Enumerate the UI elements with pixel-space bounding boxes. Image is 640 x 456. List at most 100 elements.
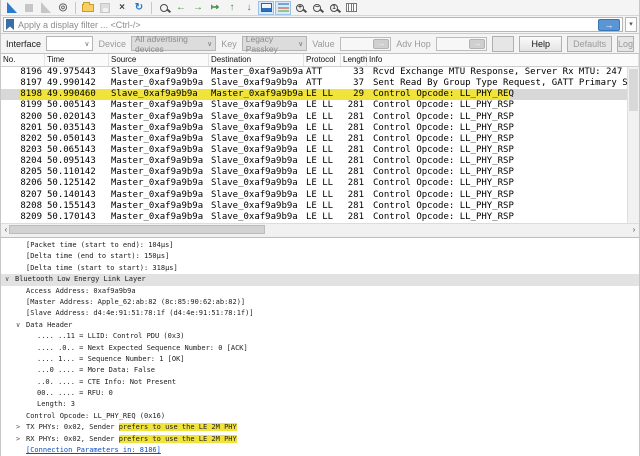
column-header-no[interactable]: No. [1, 54, 45, 66]
help-button[interactable]: Help [519, 35, 563, 52]
colorize-button[interactable] [275, 0, 291, 15]
collapse-icon[interactable]: ∨ [5, 274, 15, 285]
reload-button[interactable]: ↻ [131, 1, 147, 15]
start-capture-button[interactable] [4, 1, 20, 15]
filter-dropdown-button[interactable]: ▾ [625, 17, 637, 32]
detail-line-selected[interactable]: ∨ Bluetooth Low Energy Link Layer [1, 274, 639, 286]
cell-src: Master_0xaf9a9b9a [111, 144, 204, 155]
packet-row[interactable]: 8205 50.110142 Master_0xaf9a9b9a Slave_0xaf… [1, 167, 629, 178]
auto-scroll-button[interactable] [258, 0, 274, 15]
detail-line[interactable]: [Delta time (end to start): 150µs] [1, 251, 639, 262]
cell-len: 33 [353, 67, 364, 77]
zoom-out-button[interactable] [309, 1, 325, 15]
cell-len: 37 [353, 78, 364, 89]
next-packet-button[interactable]: → [190, 1, 206, 15]
detail-line[interactable]: ∨ Data Header [1, 320, 639, 331]
packet-row[interactable]: 8206 50.125142 Master_0xaf9a9b9a Slave_0xaf… [1, 178, 629, 189]
chevron-down-icon: ∨ [298, 40, 304, 48]
detail-line[interactable]: > TX PHYs: 0x02, Sender prefers to use th… [1, 422, 639, 433]
detail-line[interactable]: [Packet time (start to end): 104µs] [1, 240, 639, 251]
value-input[interactable]: → [339, 36, 392, 51]
scroll-right-icon[interactable]: › [629, 224, 639, 235]
display-filter-input[interactable]: Apply a display filter ... <Ctrl-/> → [3, 17, 623, 32]
cell-dst: Slave_0xaf9a9b9a [211, 211, 298, 222]
apply-filter-button[interactable]: → [598, 18, 620, 31]
save-file-button[interactable] [97, 1, 113, 15]
wireshark-window: ◎ × ↻ ← → ↦ ↑ ↓ Apply a display filter ... <Ctr… [0, 0, 640, 456]
cell-no: 8205 [20, 167, 42, 178]
detail-line[interactable]: [Master Address: Apple_62:ab:82 (8c:85:9… [1, 297, 639, 308]
detail-line[interactable]: ...0 .... = More Data: False [1, 365, 639, 376]
column-header-length[interactable]: Length [341, 54, 367, 66]
column-header-destination[interactable]: Destination [209, 54, 304, 66]
previous-packet-button[interactable]: ← [173, 1, 189, 15]
detail-line[interactable]: Length: 3 [1, 399, 639, 410]
detail-line[interactable]: > RX PHYs: 0x02, Sender prefers to use th… [1, 434, 639, 445]
column-header-source[interactable]: Source [109, 54, 209, 66]
cell-proto: LE LL [306, 133, 334, 144]
expand-icon[interactable]: > [16, 422, 26, 433]
packet-row[interactable]: 8207 50.140143 Master_0xaf9a9b9a Slave_0xaf… [1, 190, 629, 201]
collapse-icon[interactable]: ∨ [16, 320, 26, 331]
column-header-info[interactable]: Info [367, 54, 639, 66]
blank-button[interactable] [492, 35, 515, 52]
cell-proto: LE LL [306, 189, 334, 200]
first-packet-button[interactable]: ↑ [224, 1, 240, 15]
last-packet-button[interactable]: ↓ [241, 1, 257, 15]
cell-time: 50.140143 [47, 189, 96, 200]
packet-row[interactable]: 8209 50.170143 Master_0xaf9a9b9a Slave_0xaf… [1, 212, 629, 223]
detail-line[interactable]: .... .0.. = Next Expected Sequence Numbe… [1, 343, 639, 354]
cell-proto: LE LL [306, 89, 334, 100]
detail-line[interactable]: Control Opcode: LL_PHY_REQ (0x16) [1, 411, 639, 422]
capture-options-button[interactable]: ◎ [55, 1, 71, 15]
go-to-packet-button[interactable]: ↦ [207, 1, 223, 15]
restart-capture-button[interactable] [38, 1, 54, 15]
detail-line[interactable]: [Delta time (start to start): 318µs] [1, 263, 639, 274]
device-select[interactable]: All advertising devices ∨ [130, 34, 217, 54]
find-packet-button[interactable] [156, 1, 172, 15]
packet-row[interactable]: 8199 50.005143 Master_0xaf9a9b9a Slave_0xaf… [1, 100, 629, 111]
defaults-button[interactable]: Defaults [567, 35, 612, 52]
packet-row[interactable]: 8196 49.975443 Slave_0xaf9a9b9a Master_0xaf… [1, 67, 629, 78]
resize-columns-button[interactable] [343, 1, 359, 15]
packet-row[interactable]: 8204 50.095143 Master_0xaf9a9b9a Slave_0xaf… [1, 156, 629, 167]
packet-row[interactable]: 8203 50.065143 Master_0xaf9a9b9a Slave_0xaf… [1, 145, 629, 156]
column-header-time[interactable]: Time [45, 54, 109, 66]
adv-hop-input[interactable]: → [435, 36, 488, 51]
expand-icon[interactable]: > [16, 434, 26, 445]
detail-line[interactable]: 00.. .... = RFU: 0 [1, 388, 639, 399]
bookmark-icon[interactable] [6, 19, 14, 30]
detail-line[interactable]: [Slave Address: d4:4e:91:51:78:1f (d4:4e… [1, 308, 639, 319]
adv-hop-apply-icon[interactable]: → [469, 38, 486, 49]
interface-label: Interface [6, 38, 42, 49]
detail-line[interactable]: .... ..11 = LLID: Control PDU (0x3) [1, 331, 639, 342]
cell-time: 50.110142 [47, 167, 96, 178]
open-file-button[interactable] [80, 1, 96, 15]
packet-row[interactable]: 8208 50.155143 Master_0xaf9a9b9a Slave_0xaf… [1, 201, 629, 212]
close-file-button[interactable]: × [114, 1, 130, 15]
vertical-scrollbar-thumb[interactable] [629, 69, 638, 111]
horizontal-scrollbar[interactable]: ‹ › [1, 223, 639, 235]
zoom-original-button[interactable] [326, 1, 342, 15]
vertical-scrollbar[interactable] [627, 67, 639, 223]
detail-line[interactable]: .... 1... = Sequence Number: 1 [OK] [1, 354, 639, 365]
zoom-in-button[interactable] [292, 1, 308, 15]
detail-line[interactable]: Access Address: 0xaf9a9b9a [1, 286, 639, 297]
detail-line[interactable]: ..0. .... = CTE Info: Not Present [1, 377, 639, 388]
key-select[interactable]: Legacy Passkey ∨ [241, 34, 308, 54]
packet-row[interactable]: 8201 50.035143 Master_0xaf9a9b9a Slave_0xaf… [1, 123, 629, 134]
packet-row-selected[interactable]: 8198 49.990460 Slave_0xaf9a9b9a Master_0xaf… [1, 89, 629, 101]
connection-parameters-link[interactable]: [Connection Parameters in: 8186] [26, 446, 161, 454]
packet-row[interactable]: 8202 50.050143 Master_0xaf9a9b9a Slave_0xaf… [1, 134, 629, 145]
cell-time: 50.020143 [47, 111, 96, 122]
column-header-protocol[interactable]: Protocol [304, 54, 341, 66]
horizontal-scrollbar-thumb[interactable] [9, 225, 265, 234]
packet-row[interactable]: 8200 50.020143 Master_0xaf9a9b9a Slave_0xaf… [1, 112, 629, 123]
interface-select[interactable]: ∨ [46, 36, 94, 51]
packet-row[interactable]: 8197 49.990142 Master_0xaf9a9b9a Slave_0xaf… [1, 78, 629, 89]
log-button[interactable]: Log [616, 35, 634, 52]
detail-line[interactable]: [Connection Parameters in: 8186] [1, 445, 639, 456]
value-apply-icon[interactable]: → [373, 38, 390, 49]
cell-info: Control Opcode: LL_PHY_RSP [373, 167, 514, 178]
stop-capture-button[interactable] [21, 1, 37, 15]
